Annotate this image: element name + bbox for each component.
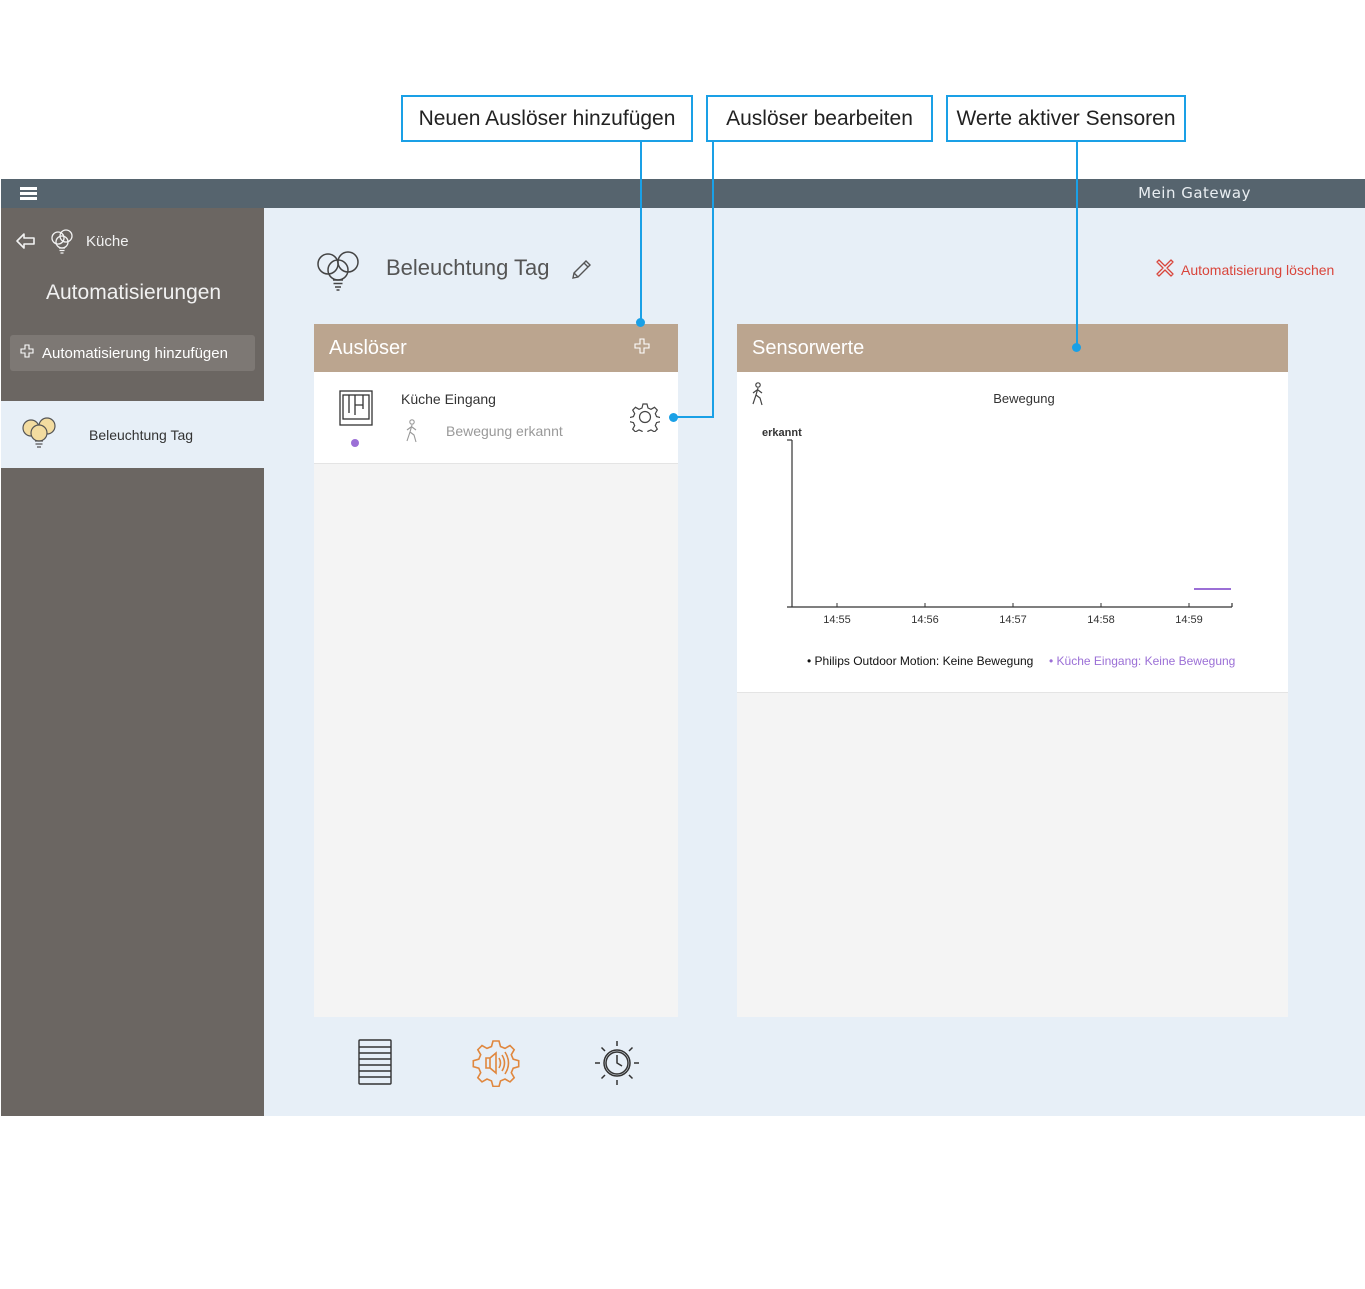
status-dot-purple [351, 439, 359, 447]
room-label[interactable]: Küche [86, 233, 129, 250]
trigger-event-label: Bewegung erkannt [446, 423, 563, 439]
hamburger-menu-icon[interactable] [20, 187, 37, 201]
sun-clock-icon[interactable] [593, 1039, 641, 1092]
leader-dot-add-trigger [636, 318, 645, 327]
sidebar-title: Automatisierungen [46, 281, 222, 304]
room-bulbs-icon [48, 227, 76, 255]
motion-walker-icon [404, 419, 420, 448]
trigger-settings-gear-icon[interactable] [628, 402, 662, 437]
leader-edit-trigger-h [674, 416, 714, 418]
chart-legend-item[interactable]: • Küche Eingang: Keine Bewegung [1049, 654, 1235, 668]
breadcrumb: Küche [15, 227, 129, 255]
door-sensor-icon [338, 389, 374, 432]
leader-dot-sensor-values [1072, 343, 1081, 352]
motion-chart: Bewegung erkannt 14:55 14:56 14:57 14:58 14:… [762, 391, 1235, 668]
leader-dot-edit-trigger [669, 413, 678, 422]
chart-x-tick-label: 14:58 [1087, 614, 1115, 626]
delete-x-icon [1156, 259, 1181, 280]
sidebar: Küche Automatisierungen Automatisierung … [1, 208, 264, 1116]
trigger-panel: Auslöser Küche Eingang Bewegung erkannt [314, 324, 678, 1017]
trigger-panel-header: Auslöser [314, 324, 678, 372]
leader-sensor-values [1076, 142, 1078, 348]
add-trigger-plus-icon[interactable] [634, 337, 650, 360]
callout-sensor-values: Werte aktiver Sensoren [946, 95, 1186, 142]
chart-x-tick-label: 14:55 [823, 614, 851, 626]
pencil-edit-icon[interactable] [569, 258, 593, 287]
trigger-panel-title: Auslöser [329, 336, 407, 359]
callout-add-trigger: Neuen Auslöser hinzufügen [401, 95, 693, 142]
sensor-panel-header: Sensorwerte [737, 324, 1288, 372]
back-arrow-icon[interactable] [15, 231, 37, 251]
gateway-label[interactable]: Mein Gateway [1138, 184, 1251, 202]
trigger-device-name: Küche Eingang [401, 391, 496, 407]
sensor-panel: Sensorwerte Bewegung erkannt 14:55 14:56 1… [737, 324, 1288, 1017]
page-title: Beleuchtung Tag [386, 255, 550, 280]
chart-title: Bewegung [993, 391, 1054, 406]
add-automation-button[interactable]: Automatisierung hinzufügen [10, 335, 255, 371]
chart-legend-item[interactable]: • Philips Outdoor Motion: Keine Bewegung [807, 654, 1033, 668]
top-bar: Mein Gateway [1, 179, 1365, 208]
delete-automation-label: Automatisierung löschen [1181, 261, 1335, 278]
leader-edit-trigger-v [712, 142, 714, 418]
chart-x-tick-label: 14:57 [999, 614, 1027, 626]
callout-edit-trigger: Auslöser bearbeiten [706, 95, 933, 142]
trigger-item[interactable]: Küche Eingang Bewegung erkannt [314, 372, 678, 464]
sensor-panel-title: Sensorwerte [752, 336, 865, 359]
automation-bulbs-icon [314, 248, 362, 299]
sidebar-item-label: Beleuchtung Tag [89, 426, 194, 443]
bulbs-icon [19, 415, 59, 454]
sensor-gear-icon[interactable] [472, 1039, 520, 1092]
add-automation-label: Automatisierung hinzufügen [42, 344, 228, 362]
app-window: Mein Gateway Küche Automatisierungen Aut… [1, 179, 1365, 1116]
list-icon[interactable] [358, 1039, 392, 1090]
plus-icon [20, 344, 42, 362]
chart-y-label: erkannt [762, 427, 802, 439]
sidebar-item-beleuchtung-tag[interactable]: Beleuchtung Tag [1, 401, 264, 468]
delete-automation-button[interactable]: Automatisierung löschen [1156, 259, 1334, 280]
chart-x-tick-label: 14:59 [1175, 614, 1203, 626]
motion-chart-card: Bewegung erkannt 14:55 14:56 14:57 14:58 14:… [737, 372, 1288, 693]
chart-x-tick-label: 14:56 [911, 614, 939, 626]
leader-add-trigger [640, 142, 642, 323]
